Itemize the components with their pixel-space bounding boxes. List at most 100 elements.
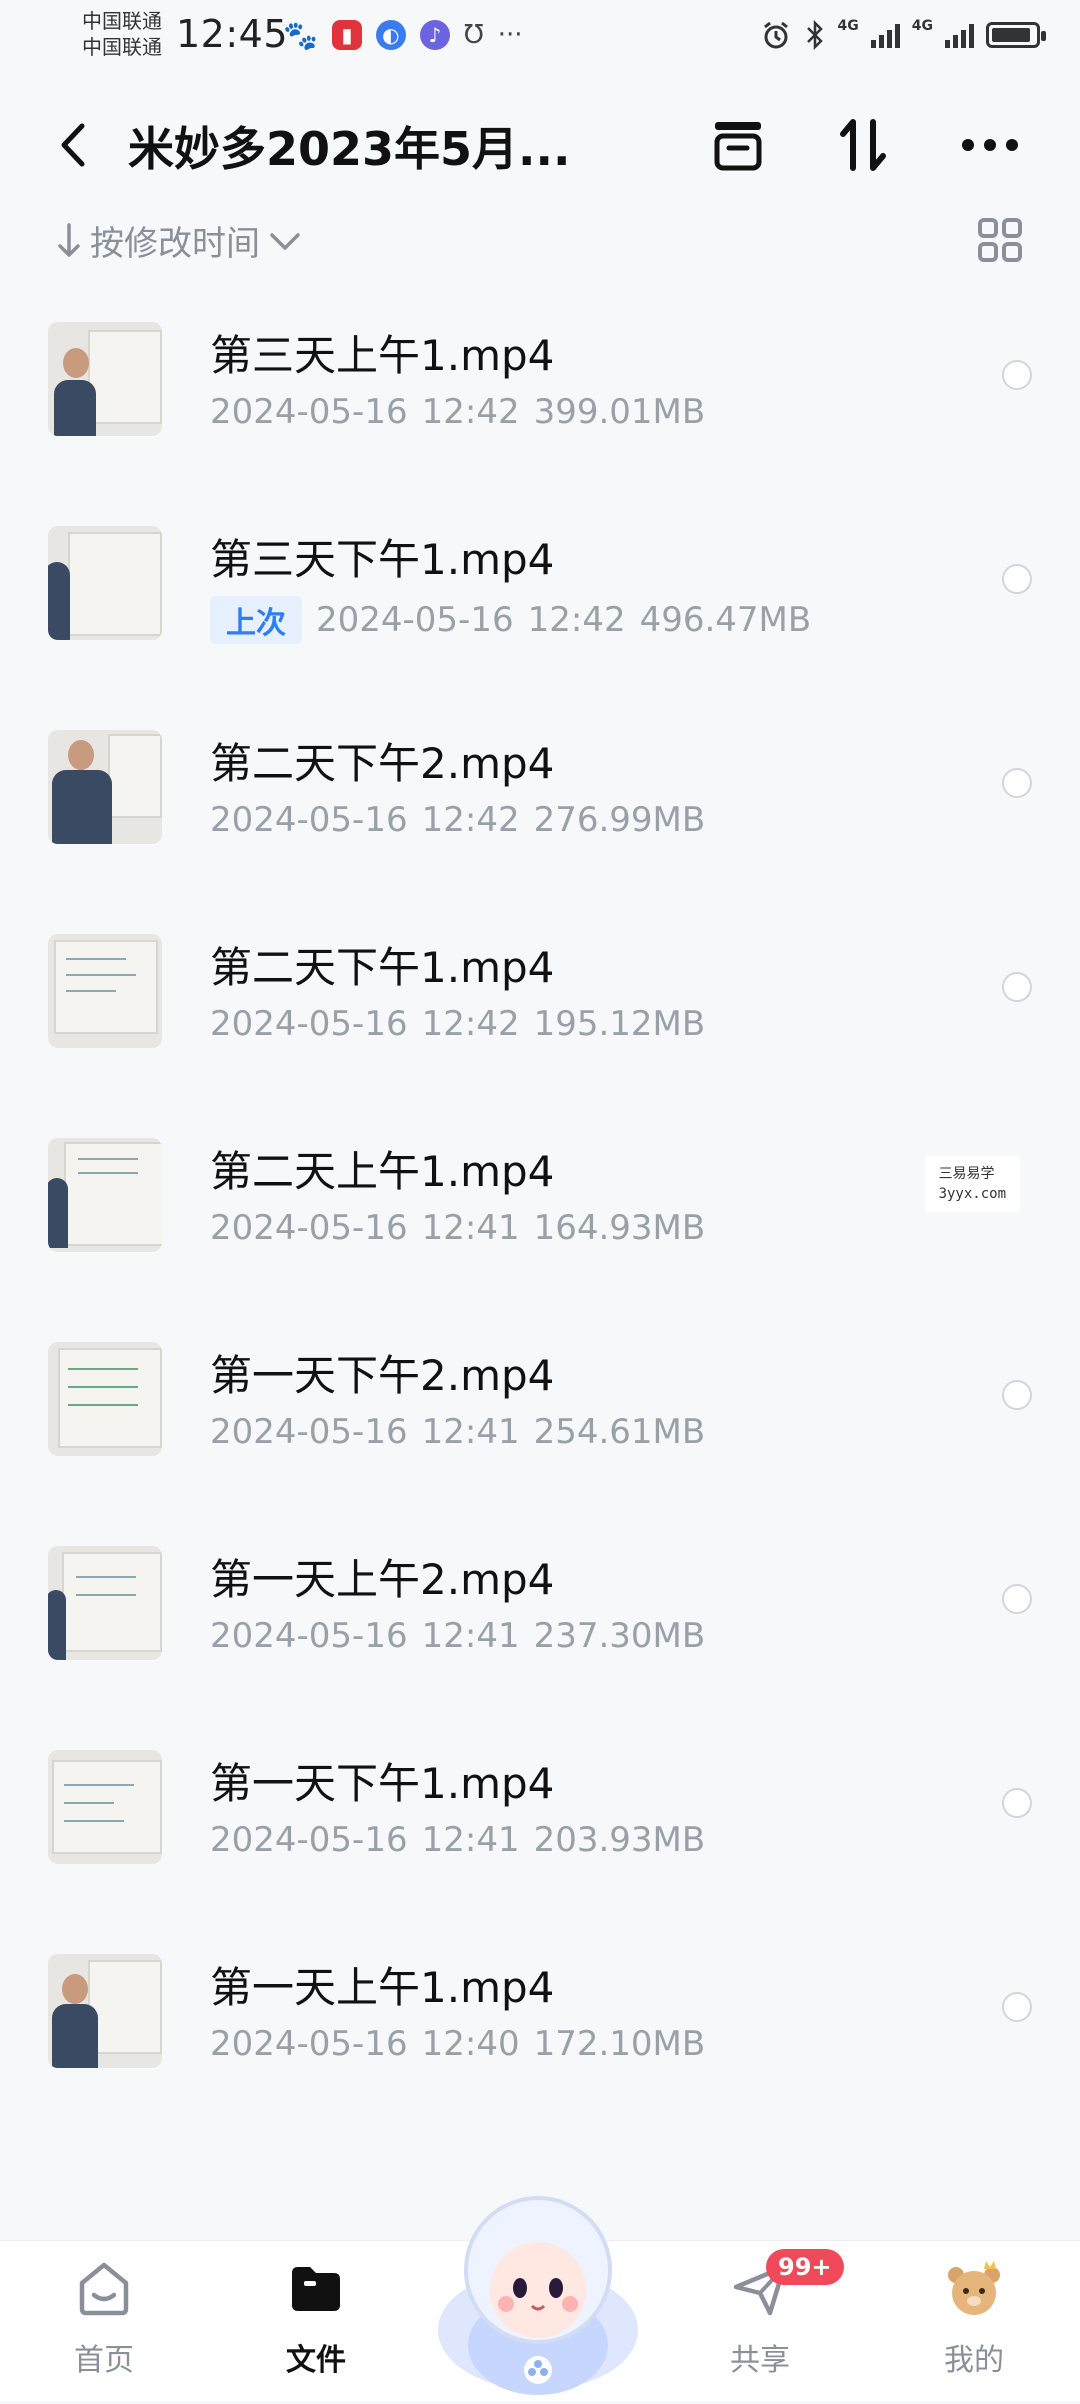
select-checkbox[interactable] — [1002, 360, 1032, 390]
file-time: 12:42 — [421, 392, 520, 432]
video-thumbnail — [48, 1138, 162, 1252]
select-checkbox[interactable] — [1002, 1380, 1032, 1410]
select-checkbox[interactable] — [1002, 1788, 1032, 1818]
sort-order-button[interactable] — [832, 113, 896, 177]
file-size: 172.10MB — [533, 2024, 706, 2064]
nav-me-label: 我的 — [944, 2343, 1004, 2378]
video-thumbnail — [48, 1954, 162, 2068]
select-checkbox[interactable] — [1002, 1992, 1032, 2022]
baidu-paw-icon: 🐾 — [283, 18, 318, 52]
file-row[interactable]: 第一天上午2.mp4 2024-05-16 12:41 237.30MB — [0, 1524, 1080, 1728]
file-time: 12:42 — [421, 1004, 520, 1044]
file-name: 第一天下午1.mp4 — [210, 1759, 555, 1808]
signal-1-label: 4G — [837, 18, 859, 34]
file-size: 164.93MB — [533, 1208, 706, 1248]
share-badge: 99+ — [766, 2249, 844, 2285]
status-bar: 中国联通 中国联通 12:45 🐾 ▮ ◐ ♪ Ʊ ··· 4G 4G — [0, 0, 1080, 70]
sort-arrows-icon — [840, 119, 886, 171]
file-name: 第二天下午2.mp4 — [210, 739, 555, 788]
video-thumbnail — [48, 1546, 162, 1660]
arrow-down-icon — [58, 222, 80, 257]
file-date: 2024-05-16 — [210, 1208, 408, 1248]
battery-icon — [986, 22, 1046, 48]
file-name: 第三天下午1.mp4 — [210, 535, 555, 584]
nav-me[interactable]: 我的 — [904, 2257, 1044, 2387]
file-date: 2024-05-16 — [210, 1616, 408, 1656]
bear-avatar-icon — [948, 2261, 1000, 2315]
home-icon — [79, 2262, 129, 2316]
file-row[interactable]: 第三天下午1.mp4 上次 2024-05-16 12:42 496.47MB — [0, 504, 1080, 708]
header: 米妙多2023年5月... — [0, 95, 1080, 195]
video-thumbnail — [48, 1342, 162, 1456]
file-date: 2024-05-16 — [210, 1004, 408, 1044]
file-meta: 上次 2024-05-16 12:42 496.47MB — [210, 596, 811, 644]
carrier-1: 中国联通 — [82, 9, 162, 33]
select-checkbox[interactable] — [1002, 564, 1032, 594]
file-size: 399.01MB — [533, 392, 706, 432]
file-time: 12:41 — [421, 1208, 520, 1248]
video-thumbnail — [48, 322, 162, 436]
file-time: 12:41 — [421, 1412, 520, 1452]
file-date: 2024-05-16 — [210, 800, 408, 840]
back-button[interactable] — [48, 115, 98, 175]
file-size: 237.30MB — [533, 1616, 706, 1656]
file-time: 12:41 — [421, 1616, 520, 1656]
nav-home[interactable]: 首页 — [34, 2257, 174, 2387]
file-row[interactable]: 第三天上午1.mp4 2024-05-16 12:42 399.01MB — [0, 300, 1080, 504]
file-meta: 2024-05-16 12:41 203.93MB — [210, 1820, 705, 1860]
shield-app-icon: Ʊ — [463, 20, 484, 50]
file-name: 第一天下午2.mp4 — [210, 1351, 555, 1400]
nav-share[interactable]: 共享 99+ — [690, 2249, 844, 2387]
browser-app-icon: ◐ — [375, 20, 406, 50]
file-time: 12:40 — [421, 2024, 520, 2064]
file-date: 2024-05-16 — [210, 1412, 408, 1452]
file-meta: 2024-05-16 12:42 399.01MB — [210, 392, 705, 432]
file-list: 第三天上午1.mp4 2024-05-16 12:42 399.01MB 第三天… — [0, 300, 1080, 2136]
file-row[interactable]: 第二天下午1.mp4 2024-05-16 12:42 195.12MB — [0, 912, 1080, 1116]
folder-icon — [292, 2267, 340, 2311]
more-options-button[interactable] — [958, 113, 1022, 177]
select-checkbox[interactable] — [1002, 1584, 1032, 1614]
sort-by-modified-button[interactable]: 按修改时间 — [56, 216, 302, 265]
file-time: 12:42 — [527, 600, 626, 640]
nav-files-label: 文件 — [286, 2343, 346, 2378]
file-name: 第一天上午2.mp4 — [210, 1555, 555, 1604]
file-name: 第三天上午1.mp4 — [210, 331, 555, 380]
grid-view-toggle[interactable] — [976, 216, 1024, 264]
file-row[interactable]: 第一天下午1.mp4 2024-05-16 12:41 203.93MB — [0, 1728, 1080, 1932]
file-name: 第二天上午1.mp4 — [210, 1147, 555, 1196]
file-date: 2024-05-16 — [210, 1820, 408, 1860]
file-row[interactable]: 第二天上午1.mp4 2024-05-16 12:41 164.93MB 三易易… — [0, 1116, 1080, 1320]
file-row[interactable]: 第二天下午2.mp4 2024-05-16 12:42 276.99MB — [0, 708, 1080, 912]
file-date: 2024-05-16 — [210, 2024, 408, 2064]
more-notifications-icon: ··· — [497, 20, 523, 50]
file-row[interactable]: 第一天下午2.mp4 2024-05-16 12:41 254.61MB — [0, 1320, 1080, 1524]
bluetooth-icon — [806, 19, 823, 51]
video-thumbnail — [48, 934, 162, 1048]
file-size: 254.61MB — [533, 1412, 706, 1452]
status-time: 12:45 — [176, 12, 289, 56]
carrier-2: 中国联通 — [82, 35, 162, 59]
watermark-line-1: 三易易学 — [938, 1166, 995, 1182]
file-size: 195.12MB — [533, 1004, 706, 1044]
file-name: 第一天上午1.mp4 — [210, 1963, 555, 2012]
status-app-icons: 🐾 ▮ ◐ ♪ Ʊ ··· — [283, 18, 523, 52]
last-viewed-tag: 上次 — [210, 596, 302, 644]
grid-view-icon — [978, 218, 1022, 262]
signal-2-label: 4G — [911, 18, 933, 34]
book-app-icon: ▮ — [331, 20, 362, 50]
file-time: 12:42 — [421, 800, 520, 840]
file-date: 2024-05-16 — [316, 600, 514, 640]
file-size: 496.47MB — [639, 600, 812, 640]
select-checkbox[interactable] — [1002, 972, 1032, 1002]
file-row[interactable]: 第一天上午1.mp4 2024-05-16 12:40 172.10MB — [0, 1932, 1080, 2136]
assistant-mascot-button[interactable] — [428, 2180, 648, 2400]
sort-label: 按修改时间 — [90, 224, 260, 264]
nav-files[interactable]: 文件 — [246, 2257, 386, 2387]
watermark-line-2: 3yyx.com — [938, 1186, 1006, 1202]
transfer-list-button[interactable] — [706, 113, 770, 177]
video-thumbnail — [48, 526, 162, 640]
status-system-icons: 4G 4G — [760, 18, 1046, 52]
select-checkbox[interactable] — [1002, 768, 1032, 798]
nav-share-label: 共享 — [730, 2343, 790, 2378]
